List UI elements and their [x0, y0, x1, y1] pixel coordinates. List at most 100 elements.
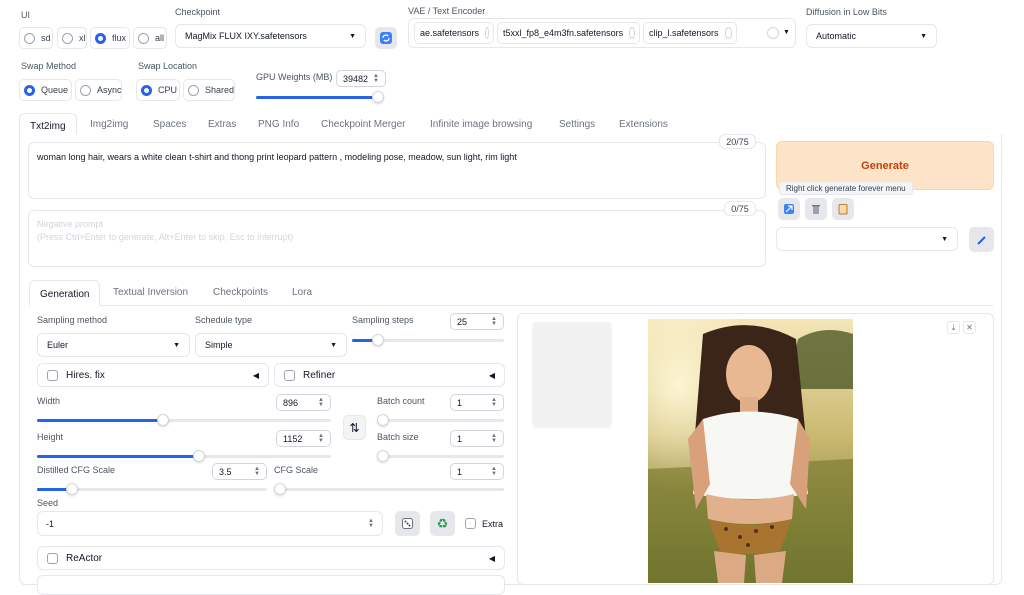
- slider-handle[interactable]: [377, 450, 389, 462]
- styles-button[interactable]: [832, 198, 854, 220]
- width-input[interactable]: 896 ▲ ▼: [276, 394, 331, 411]
- tab-checkpoint-merger[interactable]: Checkpoint Merger: [321, 119, 405, 130]
- sampling-method-select[interactable]: Euler ▼: [37, 333, 190, 357]
- tab-extras[interactable]: Extras: [208, 119, 236, 130]
- collapse-icon: ◀: [488, 370, 495, 380]
- hires-fix-accordion[interactable]: Hires. fix ◀: [37, 363, 269, 387]
- sampling-steps-slider[interactable]: [352, 334, 504, 346]
- slider-handle[interactable]: [192, 450, 205, 462]
- tab-generation[interactable]: Generation: [29, 280, 101, 306]
- refresh-button[interactable]: [375, 27, 397, 49]
- height-slider[interactable]: [37, 450, 331, 462]
- spinner-icon: ▲ ▼: [491, 315, 497, 327]
- random-seed-button[interactable]: [395, 511, 420, 536]
- dice-icon: [402, 518, 413, 529]
- cfg-scale-slider[interactable]: [274, 483, 504, 495]
- download-icon[interactable]: ⤓: [947, 321, 960, 334]
- refresh-icon: [380, 32, 392, 44]
- gpu-weights-slider[interactable]: [256, 91, 384, 103]
- slider-handle[interactable]: [377, 414, 389, 426]
- swap-method-queue[interactable]: Queue: [19, 79, 72, 101]
- chevron-down-icon: ▼: [330, 341, 337, 349]
- prompt-textarea[interactable]: woman long hair, wears a white clean t-s…: [28, 142, 766, 199]
- vae-label: VAE / Text Encoder: [408, 6, 486, 16]
- chevron-down-icon[interactable]: ▼: [783, 29, 790, 36]
- styles-select[interactable]: ▼: [776, 227, 958, 251]
- checkbox-icon[interactable]: [47, 369, 58, 381]
- negative-prompt-textarea[interactable]: Negative prompt (Press Ctrl+Enter to gen…: [28, 210, 766, 267]
- more-accordion[interactable]: [37, 575, 505, 595]
- tab-img2img[interactable]: Img2img: [90, 119, 128, 130]
- diffusion-select[interactable]: Automatic ▼: [806, 24, 937, 48]
- reactor-accordion[interactable]: ReActor ◀: [37, 546, 505, 570]
- checkbox-icon[interactable]: [47, 552, 58, 564]
- gpu-weights-input[interactable]: 39482 ▲ ▼: [336, 70, 386, 87]
- checkpoint-select[interactable]: MagMix FLUX IXY.safetensors ▼: [175, 24, 366, 48]
- ui-label: UI: [21, 10, 30, 20]
- edit-styles-button[interactable]: [969, 227, 994, 252]
- distilled-cfg-input[interactable]: 3.5 ▲ ▼: [212, 463, 267, 480]
- tab-png-info[interactable]: PNG Info: [258, 119, 299, 130]
- slider-handle[interactable]: [371, 91, 384, 103]
- diffusion-label: Diffusion in Low Bits: [806, 7, 887, 17]
- thumbnail-placeholder[interactable]: [532, 322, 612, 428]
- ui-option-sd[interactable]: sd: [19, 27, 53, 49]
- sampling-steps-input[interactable]: 25 ▲ ▼: [450, 313, 504, 330]
- seed-input[interactable]: -1 ▲ ▼: [37, 511, 383, 536]
- width-slider[interactable]: [37, 414, 331, 426]
- clear-prompt-button[interactable]: [805, 198, 827, 220]
- tab-infinite-image-browsing[interactable]: Infinite image browsing: [430, 119, 532, 130]
- batch-size-label: Batch size: [377, 432, 419, 442]
- trash-icon: [812, 205, 820, 214]
- tab-lora[interactable]: Lora: [292, 287, 312, 298]
- height-input[interactable]: 1152 ▲ ▼: [276, 430, 331, 447]
- remove-icon[interactable]: [629, 27, 635, 39]
- vae-chip-t5xxl[interactable]: t5xxl_fp8_e4m3fn.safetensors: [497, 22, 640, 44]
- reuse-seed-button[interactable]: ♻: [430, 511, 455, 536]
- width-label: Width: [37, 396, 61, 406]
- prompt-token-count: 20/75: [719, 134, 756, 149]
- swap-dimensions-button[interactable]: ⇅: [343, 415, 366, 440]
- tab-settings[interactable]: Settings: [559, 119, 595, 130]
- batch-size-input[interactable]: 1 ▲ ▼: [450, 430, 504, 447]
- generated-image[interactable]: [648, 319, 853, 583]
- vae-chip-ae[interactable]: ae.safetensors: [414, 22, 494, 44]
- spinner-icon: ▲ ▼: [368, 517, 374, 529]
- schedule-type-select[interactable]: Simple ▼: [195, 333, 347, 357]
- slider-fill: [37, 419, 164, 422]
- slider-handle[interactable]: [371, 334, 384, 346]
- batch-count-input[interactable]: 1 ▲ ▼: [450, 394, 504, 411]
- batch-count-slider[interactable]: [377, 414, 504, 426]
- tab-extensions[interactable]: Extensions: [619, 119, 668, 130]
- clear-all-icon[interactable]: [767, 27, 779, 39]
- generate-tooltip: Right click generate forever menu: [779, 181, 913, 195]
- checkbox-icon[interactable]: [465, 518, 476, 529]
- swap-location-cpu[interactable]: CPU: [136, 79, 180, 101]
- batch-size-slider[interactable]: [377, 450, 504, 462]
- ui-option-xl[interactable]: xl: [57, 27, 87, 49]
- prompt-text[interactable]: woman long hair, wears a white clean t-s…: [29, 143, 765, 171]
- tab-txt2img[interactable]: Txt2img: [19, 113, 77, 135]
- swap-method-async[interactable]: Async: [75, 79, 122, 101]
- tab-textual-inversion[interactable]: Textual Inversion: [113, 287, 188, 298]
- swap-location-label: Swap Location: [138, 61, 198, 71]
- vae-chip-clip[interactable]: clip_l.safetensors: [643, 22, 737, 44]
- checkbox-icon[interactable]: [284, 369, 295, 381]
- extra-checkbox[interactable]: Extra: [465, 518, 503, 529]
- tab-checkpoints[interactable]: Checkpoints: [213, 287, 268, 298]
- remove-icon[interactable]: [485, 27, 489, 39]
- distilled-cfg-slider[interactable]: [37, 483, 267, 495]
- cfg-scale-input[interactable]: 1 ▲ ▼: [450, 463, 504, 480]
- tab-spaces[interactable]: Spaces: [153, 119, 186, 130]
- radio-icon: [138, 32, 149, 44]
- slider-handle[interactable]: [65, 483, 78, 495]
- seed-label: Seed: [37, 498, 59, 508]
- close-icon[interactable]: ✕: [963, 321, 976, 334]
- paste-params-button[interactable]: [778, 198, 800, 220]
- remove-icon[interactable]: [724, 27, 732, 39]
- refiner-accordion[interactable]: Refiner ◀: [274, 363, 505, 387]
- swap-location-shared[interactable]: Shared: [183, 79, 235, 101]
- ui-option-flux[interactable]: flux: [90, 27, 130, 49]
- slider-handle[interactable]: [274, 483, 286, 495]
- ui-option-all[interactable]: all: [133, 27, 167, 49]
